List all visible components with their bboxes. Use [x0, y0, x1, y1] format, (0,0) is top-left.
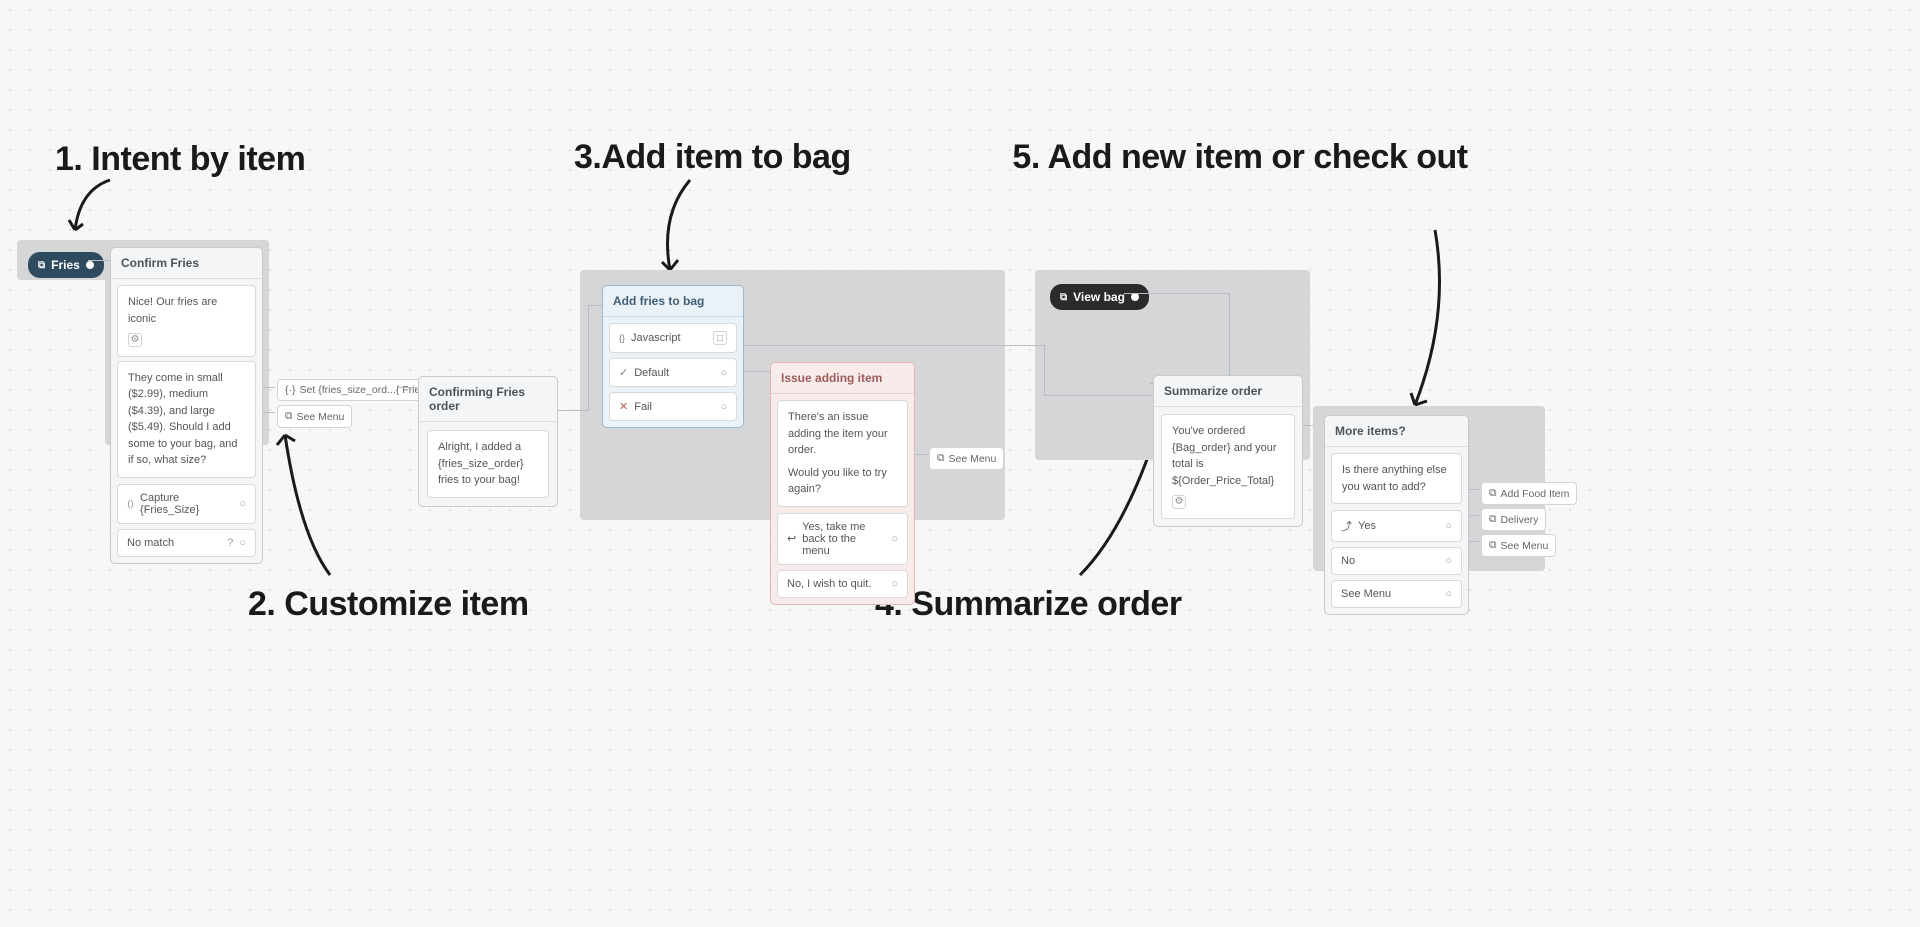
row-js[interactable]: Javascript □: [609, 323, 737, 353]
chip-delivery[interactable]: ⧉ Delivery: [1481, 508, 1546, 531]
annotation-2: 2. Customize item: [248, 585, 529, 624]
branch-icon: ⤴: [1341, 518, 1352, 534]
help-icon: ?: [227, 537, 233, 549]
pill-label: View bag: [1073, 290, 1125, 304]
port-dot[interactable]: [1131, 293, 1139, 301]
pill-fries[interactable]: ⧉ Fries: [28, 252, 104, 278]
chip-see-menu-3[interactable]: ⧉ See Menu: [1481, 534, 1556, 557]
annotation-1: 1. Intent by item: [55, 140, 305, 179]
settings-icon[interactable]: ⚙: [128, 333, 142, 347]
card-title: Summarize order: [1154, 376, 1302, 407]
card-title: Confirming Fries order: [419, 377, 557, 422]
port-dot[interactable]: [86, 261, 94, 269]
pill-label: Fries: [51, 258, 80, 272]
chip-see-menu-1[interactable]: ⧉ See Menu: [277, 405, 352, 428]
link-icon: ⧉: [1060, 292, 1067, 303]
speak-box-2: They come in small ($2.99), medium ($4.3…: [117, 361, 256, 478]
chip-add-food[interactable]: ⧉ Add Food Item: [1481, 482, 1577, 505]
settings-icon[interactable]: ⚙: [1172, 495, 1186, 509]
js-icon: [619, 332, 625, 344]
row-nomatch[interactable]: No match ? ○: [117, 529, 256, 557]
annotation-4: 4. Summarize order: [875, 585, 1182, 624]
card-title: More items?: [1325, 416, 1468, 447]
x-icon: [619, 400, 628, 413]
speak-body: Alright, I added a {fries_size_order} fr…: [427, 430, 549, 498]
row-fail[interactable]: Fail ○: [609, 392, 737, 421]
row-no[interactable]: No ○: [1331, 547, 1462, 575]
pill-view-bag[interactable]: ⧉ View bag: [1050, 284, 1149, 310]
row-see-menu[interactable]: See Menu ○: [1331, 580, 1462, 608]
chip-see-menu-2[interactable]: ⧉ See Menu: [929, 447, 1004, 470]
link-icon: ⧉: [38, 260, 45, 271]
check-icon: [619, 366, 628, 379]
card-more-items[interactable]: More items? Is there anything else you w…: [1324, 415, 1469, 615]
card-issue[interactable]: Issue adding item There's an issue addin…: [770, 362, 915, 605]
card-add-bag[interactable]: Add fries to bag Javascript □ Default ○ …: [602, 285, 744, 428]
row-yes-back[interactable]: ↩ Yes, take me back to the menu ○: [777, 513, 908, 565]
issue-body: There's an issue adding the item your or…: [777, 400, 908, 507]
more-body: Is there anything else you want to add?: [1331, 453, 1462, 504]
card-confirming[interactable]: Confirming Fries order Alright, I added …: [418, 376, 558, 507]
card-title: Issue adding item: [771, 363, 914, 394]
card-title: Confirm Fries: [111, 248, 262, 279]
annotation-5: 5. Add new item or check out: [1000, 138, 1480, 177]
expand-icon[interactable]: □: [713, 331, 727, 345]
speak-box-1: Nice! Our fries are iconic ⚙: [117, 285, 256, 357]
row-default[interactable]: Default ○: [609, 358, 737, 387]
row-yes[interactable]: ⤴ Yes ○: [1331, 510, 1462, 542]
card-title: Add fries to bag: [603, 286, 743, 317]
summarize-body: You've ordered {Bag_order} and your tota…: [1161, 414, 1295, 519]
card-confirm-fries[interactable]: Confirm Fries Nice! Our fries are iconic…: [110, 247, 263, 564]
return-icon: ↩: [787, 532, 796, 545]
capture-icon: [127, 498, 134, 510]
annotation-3: 3.Add item to bag: [574, 138, 851, 177]
row-no-quit[interactable]: No, I wish to quit. ○: [777, 570, 908, 598]
card-summarize[interactable]: Summarize order You've ordered {Bag_orde…: [1153, 375, 1303, 527]
row-capture[interactable]: Capture {Fries_Size} ○: [117, 484, 256, 524]
